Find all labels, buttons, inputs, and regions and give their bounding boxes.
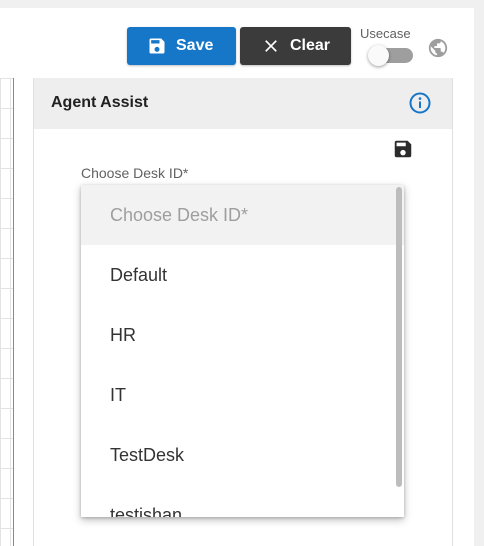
- usecase-toggle-knob[interactable]: [368, 45, 389, 66]
- panel-title: Agent Assist: [51, 94, 149, 111]
- dropdown-option[interactable]: TestDesk: [81, 425, 404, 485]
- canvas-grid[interactable]: [0, 78, 14, 546]
- dropdown-option[interactable]: IT: [81, 365, 404, 425]
- info-icon[interactable]: [408, 91, 432, 115]
- usecase-label: Usecase: [360, 26, 411, 41]
- floppy-disk-icon: [149, 38, 165, 54]
- dropdown-placeholder-option[interactable]: Choose Desk ID*: [81, 185, 404, 245]
- dropdown-option[interactable]: Default: [81, 245, 404, 305]
- close-icon: [265, 40, 277, 52]
- agent-assist-header: Agent Assist: [34, 78, 452, 129]
- agent-assist-panel: Agent Assist Choose Desk ID* Choose Desk…: [33, 78, 453, 546]
- save-button-label: Save: [176, 37, 214, 54]
- floppy-disk-icon[interactable]: [392, 138, 414, 160]
- dropdown-option[interactable]: HR: [81, 305, 404, 365]
- dropdown-scrollbar[interactable]: [396, 187, 402, 487]
- globe-icon[interactable]: [427, 37, 449, 59]
- dropdown-option[interactable]: testishan: [81, 485, 404, 518]
- clear-button-label: Clear: [290, 37, 331, 54]
- save-button[interactable]: Save: [127, 27, 236, 65]
- desk-id-label: Choose Desk ID*: [81, 165, 189, 181]
- desk-id-dropdown[interactable]: Choose Desk ID* Default HR IT TestDesk t…: [81, 185, 404, 517]
- clear-button[interactable]: Clear: [240, 27, 351, 65]
